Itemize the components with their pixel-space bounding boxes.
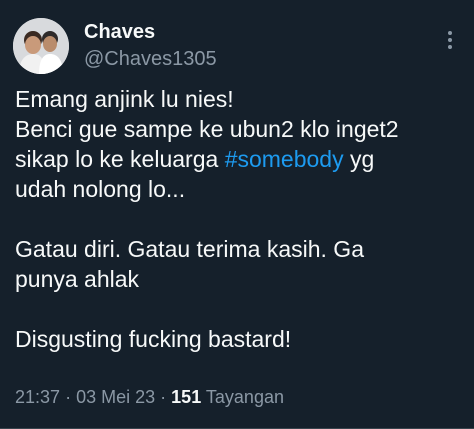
tweet-line: Benci gue sampe ke ubun2 klo inget2	[15, 116, 399, 142]
author-name[interactable]: Chaves	[84, 20, 155, 44]
tweet-meta: 21:37 · 03 Mei 23 · 151 Tayangan	[15, 385, 284, 409]
views-label: Tayangan	[205, 387, 284, 407]
tweet-line: punya ahlak	[15, 266, 140, 292]
tweet-line: udah nolong lo...	[15, 176, 186, 202]
avatar-photo	[13, 18, 69, 74]
tweet-time[interactable]: 21:37	[15, 387, 60, 407]
tweet-text-segment: yg	[343, 146, 375, 172]
tweet-date[interactable]: 03 Mei 23	[76, 387, 155, 407]
separator: ·	[65, 387, 72, 407]
tweet-text: Emang anjink lu nies! Benci gue sampe ke…	[15, 84, 471, 354]
tweet-card: Chaves @Chaves1305 Emang anjink lu nies!…	[0, 0, 474, 429]
dot	[448, 31, 452, 35]
tweet-text-segment: sikap lo ke keluarga	[15, 146, 225, 172]
avatar[interactable]	[13, 18, 69, 74]
hashtag-link[interactable]: #somebody	[225, 146, 344, 172]
dot	[448, 38, 452, 42]
tweet-line: sikap lo ke keluarga #somebody yg	[15, 144, 471, 174]
separator: ·	[160, 387, 167, 407]
more-options-icon[interactable]	[438, 28, 462, 52]
dot	[448, 45, 452, 49]
views-count: 151	[171, 387, 202, 407]
tweet-line: Emang anjink lu nies!	[15, 86, 234, 112]
author-handle[interactable]: @Chaves1305	[84, 47, 217, 71]
tweet-line: Disgusting fucking bastard!	[15, 326, 292, 352]
tweet-line: Gatau diri. Gatau terima kasih. Ga	[15, 236, 364, 262]
